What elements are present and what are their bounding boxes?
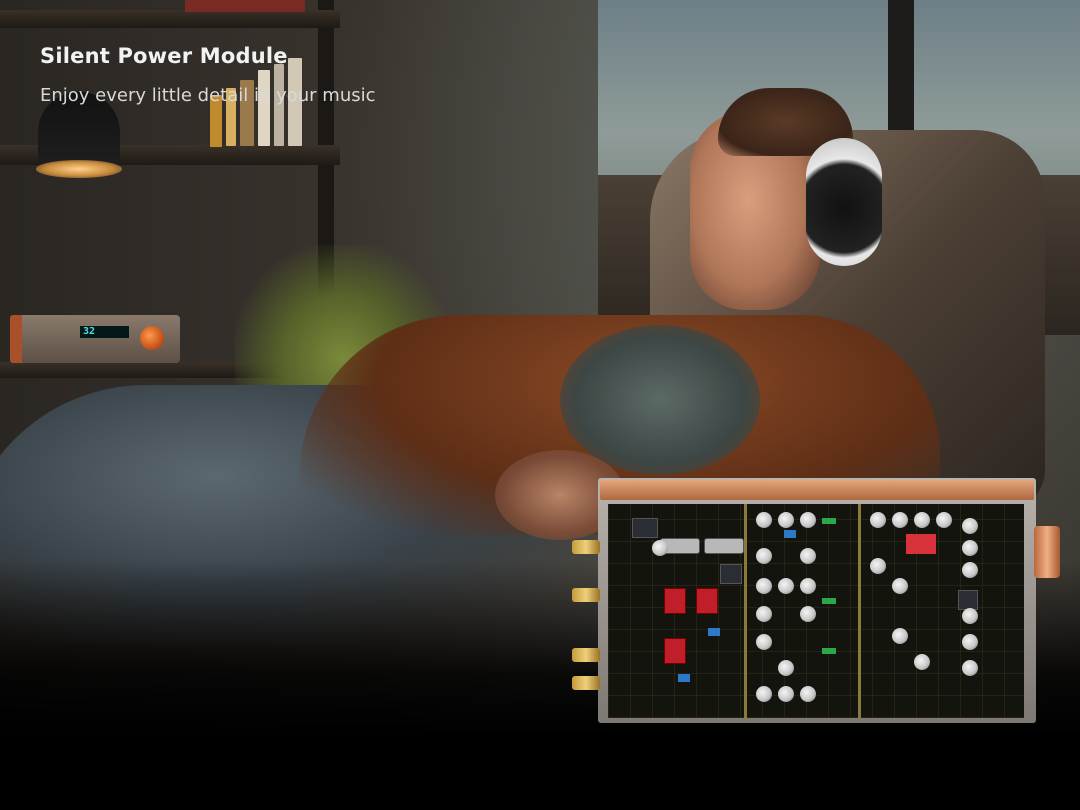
ic-chip [958, 590, 978, 610]
gold-connector [572, 648, 600, 662]
capacitor [756, 606, 772, 622]
capacitor-blue [784, 530, 796, 538]
capacitor [962, 634, 978, 650]
amplifier-display: 32 [80, 326, 129, 338]
headphones-icon [806, 138, 882, 266]
capacitor [800, 548, 816, 564]
capacitor [756, 686, 772, 702]
capacitor [962, 518, 978, 534]
hero-banner: 32 Silent Power Module Enjoy every littl… [0, 0, 1080, 810]
red-module [906, 534, 936, 554]
person-shirt [560, 325, 760, 475]
resistor-green [822, 598, 836, 604]
shelf-board [0, 10, 340, 28]
capacitor [892, 512, 908, 528]
page-subtitle: Enjoy every little detail in your music [40, 85, 376, 106]
relay [696, 588, 718, 614]
capacitor [800, 578, 816, 594]
capacitor [652, 540, 668, 556]
capacitor [756, 578, 772, 594]
page-title: Silent Power Module [40, 44, 288, 68]
capacitor [962, 540, 978, 556]
capacitor [778, 578, 794, 594]
capacitor [800, 606, 816, 622]
capacitor [936, 512, 952, 528]
volume-knob-icon [140, 326, 164, 350]
pcb-divider [744, 504, 747, 718]
resistor-green [822, 518, 836, 524]
book [258, 70, 270, 146]
copper-top-rail [600, 480, 1034, 500]
capacitor [756, 548, 772, 564]
capacitor [892, 578, 908, 594]
ic-chip [720, 564, 742, 584]
relay [664, 638, 686, 664]
book [185, 0, 305, 12]
capacitor [800, 686, 816, 702]
capacitor-blue [678, 674, 690, 682]
capacitor [962, 608, 978, 624]
resistor-green [822, 648, 836, 654]
lamp-glow [36, 160, 122, 178]
capacitor [778, 660, 794, 676]
gold-connector [572, 588, 600, 602]
pcb-divider [858, 504, 861, 718]
capacitor [914, 654, 930, 670]
capacitor-blue [708, 628, 720, 636]
capacitor [778, 686, 794, 702]
relay [664, 588, 686, 614]
copper-knob [1034, 526, 1060, 578]
capacitor [756, 634, 772, 650]
capacitor [914, 512, 930, 528]
gold-connector [572, 540, 600, 554]
capacitor [756, 512, 772, 528]
port-connector [704, 538, 744, 554]
capacitor [962, 562, 978, 578]
amplifier-side-panel [10, 315, 22, 363]
capacitor [800, 512, 816, 528]
gold-connector [572, 676, 600, 690]
capacitor [870, 512, 886, 528]
capacitor [778, 512, 794, 528]
power-module-board [572, 478, 1062, 723]
capacitor [870, 558, 886, 574]
capacitor [892, 628, 908, 644]
ic-chip [632, 518, 658, 538]
capacitor [962, 660, 978, 676]
